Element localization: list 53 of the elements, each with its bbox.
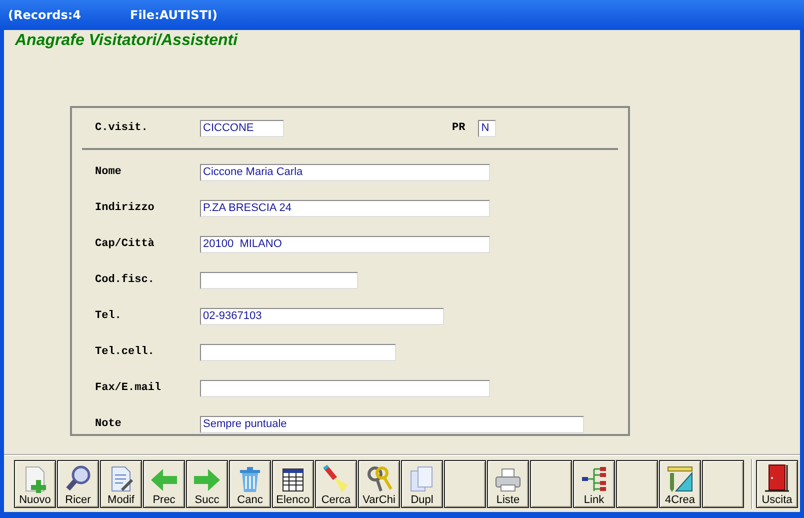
window-title: File:AUTISTI) — [130, 8, 218, 22]
field-label: Fax/E.mail — [94, 382, 162, 394]
blank-button[interactable] — [444, 460, 486, 508]
toolbar-button[interactable]: Nuovo — [14, 460, 56, 508]
input-field[interactable]: N — [478, 120, 496, 136]
drafting-tools-icon — [666, 465, 694, 493]
copy-pages-icon — [409, 465, 435, 493]
window-title: (Records:4 — [8, 8, 82, 22]
printer-icon — [494, 467, 522, 493]
field-label: C.visit. — [94, 122, 149, 134]
toolbar-button[interactable]: Modif — [100, 460, 142, 508]
input-field[interactable]: CICCONE — [200, 120, 284, 136]
door-icon — [763, 463, 791, 493]
right-arrow-icon — [192, 467, 222, 493]
toolbar-button[interactable]: Ricer — [57, 460, 99, 508]
field-label: Cod.fisc. — [94, 274, 156, 286]
toolbar-button[interactable]: Link — [573, 460, 615, 508]
trash-icon — [238, 465, 262, 493]
input-field[interactable]: 20100 MILANO — [200, 236, 490, 252]
input-field[interactable]: Sempre puntuale — [200, 416, 584, 432]
field-label: Cap/Città — [94, 238, 156, 250]
toolbar-button[interactable]: Dupl — [401, 460, 443, 508]
toolbar-button[interactable]: Liste — [487, 460, 529, 508]
field-label: Note — [94, 418, 122, 430]
toolbar-button[interactable]: Cerca — [315, 460, 357, 508]
field-label: Tel.cell. — [94, 346, 156, 358]
input-field[interactable]: Ciccone Maria Carla — [200, 164, 490, 180]
flashlight-icon — [322, 465, 350, 493]
input-field[interactable] — [200, 272, 358, 288]
magnifier-icon — [64, 465, 92, 493]
field-label: PR — [451, 122, 466, 134]
blank-button[interactable] — [616, 460, 658, 508]
hierarchy-icon — [580, 465, 608, 493]
table-icon — [281, 467, 305, 493]
toolbar-button[interactable]: Prec — [143, 460, 185, 508]
left-arrow-icon — [149, 467, 179, 493]
toolbar-button[interactable]: Uscita — [756, 460, 798, 508]
input-field[interactable]: 02-9367103 — [200, 308, 444, 324]
toolbar-button[interactable]: Elenco — [272, 460, 314, 508]
toolbar-button[interactable]: 4Crea — [659, 460, 701, 508]
input-field[interactable] — [200, 380, 490, 396]
blank-button[interactable] — [702, 460, 744, 508]
blank-button[interactable] — [530, 460, 572, 508]
toolbar-button[interactable]: Succ — [186, 460, 228, 508]
input-field[interactable]: P.ZA BRESCIA 24 — [200, 200, 490, 216]
keys-icon — [365, 465, 393, 493]
field-label: Tel. — [94, 310, 122, 322]
input-field[interactable] — [200, 344, 396, 360]
field-label: Indirizzo — [94, 202, 156, 214]
field-label: Nome — [94, 166, 122, 178]
form-heading: Anagrafe Visitatori/Assistenti — [15, 32, 239, 50]
toolbar-button[interactable]: Canc — [229, 460, 271, 508]
toolbar-button[interactable]: VarChi — [358, 460, 400, 508]
